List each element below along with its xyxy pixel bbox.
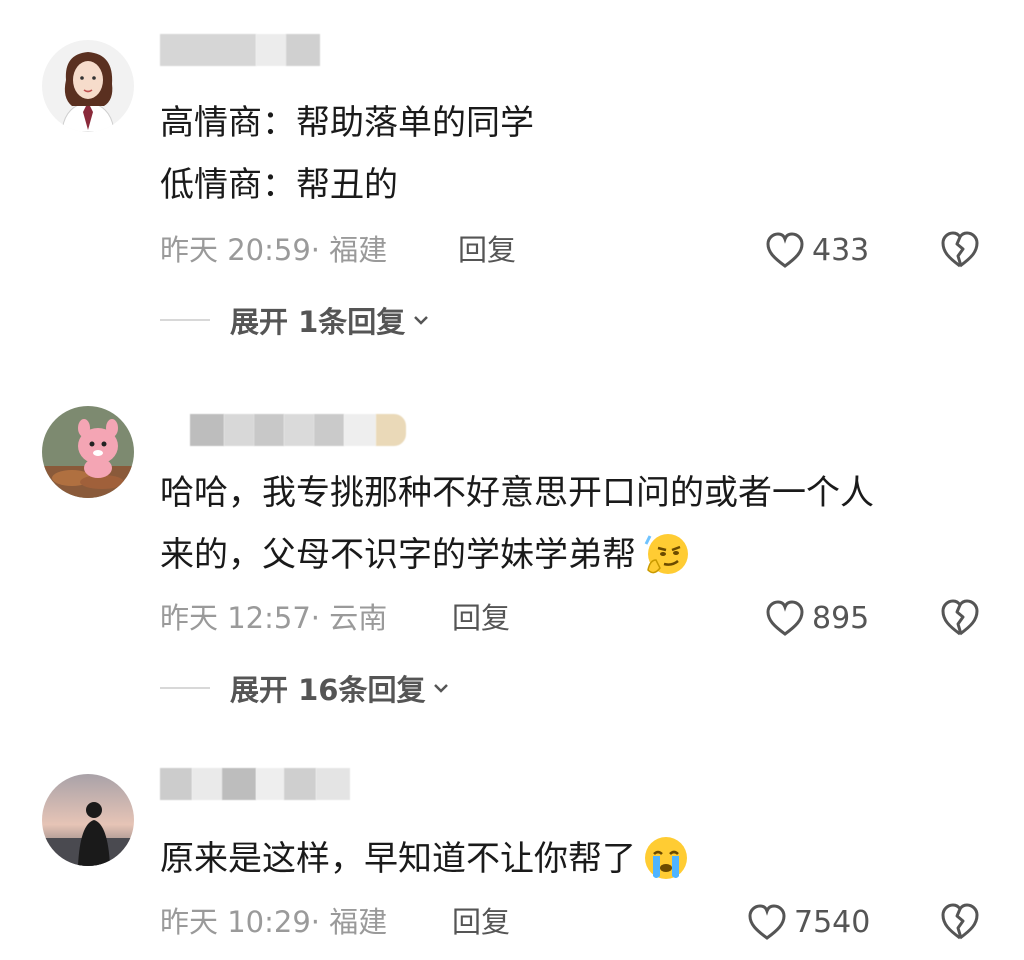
girl-uniform-avatar-icon	[42, 40, 134, 132]
user-avatar[interactable]	[42, 406, 134, 498]
pink-plush-avatar-icon	[42, 406, 134, 498]
heart-icon	[766, 232, 804, 268]
comment-location: 福建	[329, 905, 388, 939]
comment-meta: 昨天 12:57· 云南	[160, 596, 387, 640]
comment-text-line: 来的，父母不识字的学妹学弟帮	[160, 530, 690, 580]
meta-separator: ·	[310, 233, 330, 267]
heart-icon	[748, 904, 786, 940]
comment-text-line: 原来是这样，早知道不让你帮了	[160, 834, 690, 884]
comment-text-line: 低情商：帮丑的	[160, 165, 398, 205]
expand-replies-label: 展开 16条回复	[230, 673, 426, 707]
user-avatar[interactable]	[42, 40, 134, 132]
like-button[interactable]: 895	[764, 596, 869, 640]
username-blurred[interactable]	[160, 34, 320, 66]
comment-text: 原来是这样，早知道不让你帮了	[160, 839, 636, 879]
comment-time: 昨天 12:57	[160, 601, 311, 635]
comment-time: 昨天 10:29	[160, 905, 311, 939]
like-count: 433	[812, 232, 870, 268]
like-button[interactable]: 7540	[746, 900, 870, 944]
smirk-emoji-icon	[644, 533, 688, 574]
silhouette-sunset-avatar-icon	[42, 774, 134, 866]
expand-replies-button[interactable]: 展开 16条回复	[160, 666, 451, 710]
comment-text-line: 哈哈，我专挑那种不好意思开口问的或者一个人	[160, 473, 874, 513]
comment-meta: 昨天 20:59· 福建	[160, 228, 387, 272]
divider-line	[160, 687, 210, 689]
meta-separator: ·	[310, 905, 330, 939]
comment-meta: 昨天 10:29· 福建	[160, 900, 387, 944]
username-blurred[interactable]	[190, 414, 406, 446]
username-blurred[interactable]	[160, 768, 350, 800]
comment-time: 昨天 20:59	[160, 233, 311, 267]
user-avatar[interactable]	[42, 774, 134, 866]
reply-button[interactable]: 回复	[458, 228, 516, 272]
like-button[interactable]: 433	[764, 228, 869, 272]
expand-replies-button[interactable]: 展开 1条回复	[160, 298, 431, 342]
chevron-down-icon	[434, 684, 449, 693]
like-count: 7540	[794, 904, 871, 940]
broken-heart-icon[interactable]	[938, 900, 982, 944]
comment-text: 来的，父母不识字的学妹学弟帮	[160, 535, 636, 575]
comment-location: 福建	[329, 233, 388, 267]
reply-button[interactable]: 回复	[452, 900, 510, 944]
like-count: 895	[812, 600, 870, 636]
comment-text-line: 高情商：帮助落单的同学	[160, 103, 534, 143]
broken-heart-icon[interactable]	[938, 228, 982, 272]
expand-replies-label: 展开 1条回复	[230, 305, 406, 339]
crying-emoji-icon	[645, 836, 687, 879]
chevron-down-icon	[414, 316, 429, 325]
heart-icon	[766, 600, 804, 636]
divider-line	[160, 319, 210, 321]
meta-separator: ·	[310, 601, 330, 635]
reply-button[interactable]: 回复	[452, 596, 510, 640]
broken-heart-icon[interactable]	[938, 596, 982, 640]
comment-location: 云南	[329, 601, 388, 635]
